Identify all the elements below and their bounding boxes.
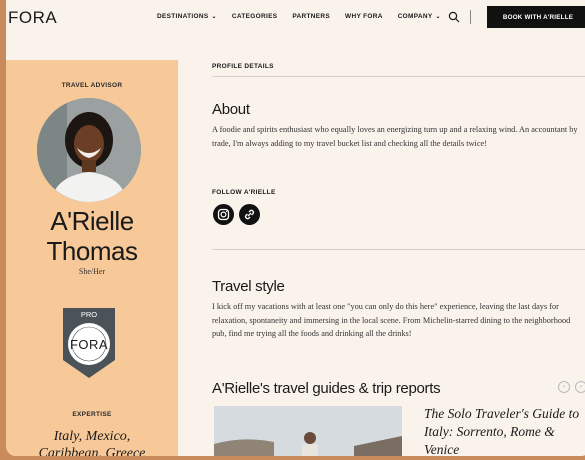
expertise-label: EXPERTISE bbox=[72, 411, 112, 418]
chevron-down-icon: ⌄ bbox=[211, 14, 217, 20]
nav-item-label: PARTNERS bbox=[292, 13, 331, 20]
fora-logo[interactable]: FORA bbox=[8, 8, 57, 28]
nav-links: DESTINATIONS ⌄ CATEGORIES PARTNERS WHY F… bbox=[157, 13, 456, 20]
follow-label: FOLLOW A'RIELLE bbox=[212, 189, 276, 196]
section-divider bbox=[212, 249, 585, 250]
guides-heading: A'Rielle's travel guides & trip reports bbox=[212, 380, 441, 397]
carousel-prev-button[interactable]: ‹ bbox=[558, 381, 570, 393]
badge-tier: PRO bbox=[80, 310, 98, 319]
guide-photo bbox=[214, 406, 402, 456]
nav-item-destinations[interactable]: DESTINATIONS ⌄ bbox=[157, 13, 217, 20]
guide-card-title[interactable]: The Solo Traveler's Guide to Italy: Sorr… bbox=[424, 405, 584, 456]
travel-style-heading: Travel style bbox=[212, 278, 285, 295]
about-text: A foodie and spirits enthusiast who equa… bbox=[212, 125, 578, 148]
fora-pro-badge: PRO FORA bbox=[57, 304, 121, 382]
nav-divider bbox=[470, 10, 471, 24]
nav-item-label: DESTINATIONS bbox=[157, 13, 209, 20]
section-divider bbox=[212, 76, 585, 77]
instagram-icon[interactable] bbox=[213, 204, 234, 225]
link-icon[interactable] bbox=[239, 204, 260, 225]
travel-style-text: I kick off my vacations with at least on… bbox=[212, 302, 571, 338]
badge-brand: FORA bbox=[69, 337, 109, 352]
expertise-line: Caribbean, Greece bbox=[38, 446, 146, 456]
expertise-line: Italy, Mexico, bbox=[53, 429, 131, 444]
nav-item-partners[interactable]: PARTNERS bbox=[292, 13, 330, 20]
avatar bbox=[37, 98, 141, 202]
advisor-first-name: A'Rielle bbox=[50, 206, 134, 236]
chevron-down-icon: ⌄ bbox=[435, 14, 441, 20]
expertise-list: Italy, Mexico, Caribbean, Greece bbox=[6, 428, 178, 456]
profile-details-label: PROFILE DETAILS bbox=[212, 63, 274, 70]
avatar-portrait bbox=[37, 98, 141, 202]
about-heading: About bbox=[212, 101, 250, 118]
nav-item-label: CATEGORIES bbox=[231, 13, 278, 20]
nav-item-label: COMPANY bbox=[397, 13, 433, 20]
guide-card-image[interactable] bbox=[214, 406, 402, 456]
search-icon[interactable] bbox=[448, 11, 460, 23]
role-label: TRAVEL ADVISOR bbox=[61, 82, 123, 89]
book-with-advisor-button[interactable]: BOOK WITH A'RIELLE bbox=[487, 6, 585, 28]
top-nav: FORA DESTINATIONS ⌄ CATEGORIES PARTNERS … bbox=[6, 0, 585, 36]
nav-item-why-fora[interactable]: WHY FORA bbox=[345, 13, 383, 20]
profile-card: TRAVEL ADVISOR A'Rielle Thomas She/Her P… bbox=[6, 60, 178, 456]
pronouns: She/Her bbox=[78, 267, 106, 276]
nav-item-company[interactable]: COMPANY ⌄ bbox=[398, 13, 441, 20]
advisor-last-name: Thomas bbox=[46, 236, 138, 266]
nav-item-categories[interactable]: CATEGORIES bbox=[232, 13, 278, 20]
nav-item-label: WHY FORA bbox=[345, 13, 383, 20]
browser-frame: FORA DESTINATIONS ⌄ CATEGORIES PARTNERS … bbox=[6, 0, 585, 456]
carousel-next-button[interactable]: › bbox=[575, 381, 585, 393]
